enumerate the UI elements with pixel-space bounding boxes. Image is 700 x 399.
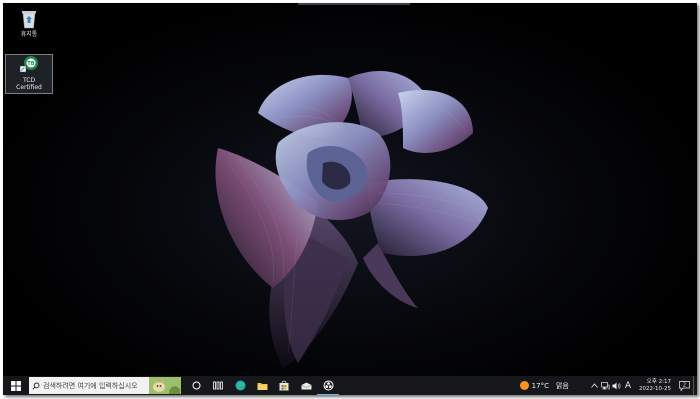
- recycle-bin-shortcut[interactable]: 휴지통: [6, 9, 52, 38]
- obs-button[interactable]: [317, 376, 339, 395]
- recycle-bin-label: 휴지통: [20, 31, 38, 38]
- wallpaper-flower-image: [215, 70, 488, 368]
- notification-center-button[interactable]: 2: [677, 380, 691, 391]
- recycle-bin-icon: [22, 11, 36, 29]
- edge-icon: [235, 380, 245, 391]
- top-window-edge: [298, 3, 410, 5]
- system-tray: 17°C 맑음 A 오후 2:17 2022-10-25 2: [519, 376, 697, 395]
- clock-date: 2022-10-25: [639, 385, 671, 392]
- tcd-certified-shortcut[interactable]: TB TCD Certified: [5, 54, 53, 94]
- search-icon: [29, 382, 43, 390]
- svg-text:TB: TB: [27, 61, 34, 67]
- mail-button[interactable]: [295, 376, 317, 395]
- ime-indicator[interactable]: A: [625, 381, 631, 391]
- taskbar: 17°C 맑음: [3, 376, 697, 395]
- tcd-certified-label: TCD Certified: [16, 77, 42, 91]
- folder-icon: [257, 382, 267, 390]
- weather-temperature: 17°C: [531, 381, 549, 390]
- chevron-up-icon: [591, 383, 598, 388]
- cortana-button[interactable]: [185, 376, 207, 395]
- store-button[interactable]: [273, 376, 295, 395]
- circle-icon: [192, 381, 200, 390]
- task-view-icon: [213, 381, 223, 390]
- obs-icon: [323, 380, 333, 390]
- search-highlight-image: [149, 377, 181, 394]
- show-hidden-icons-button[interactable]: [589, 376, 600, 395]
- weather-description: 맑음: [555, 381, 569, 390]
- tcd-app-icon: TB: [19, 56, 38, 73]
- screen: 휴지통 TB TCD Certified 검색하려면 여기에 입력하십시오 17…: [3, 3, 697, 395]
- notification-icon: 2: [678, 380, 690, 391]
- notification-count: 2: [682, 382, 685, 388]
- network-icon: [601, 381, 610, 389]
- clock-time: 오후 2:17: [646, 378, 671, 385]
- speaker-icon: [612, 382, 621, 389]
- mail-icon: [300, 382, 312, 389]
- search-box[interactable]: [29, 377, 181, 394]
- sun-icon: [519, 381, 529, 390]
- clock[interactable]: 오후 2:17 2022-10-25: [639, 379, 671, 393]
- search-input[interactable]: [43, 381, 153, 390]
- store-icon: [279, 380, 289, 391]
- task-view-button[interactable]: [207, 376, 229, 395]
- show-desktop-button[interactable]: [693, 376, 697, 395]
- edge-button[interactable]: [229, 376, 251, 395]
- desktop[interactable]: 휴지통 TB TCD Certified: [3, 3, 697, 376]
- start-button[interactable]: [3, 376, 29, 395]
- file-explorer-button[interactable]: [251, 376, 273, 395]
- weather-widget[interactable]: 17°C 맑음: [519, 381, 569, 391]
- windows-logo-icon: [11, 380, 21, 391]
- volume-button[interactable]: [611, 376, 622, 395]
- network-button[interactable]: [600, 376, 611, 395]
